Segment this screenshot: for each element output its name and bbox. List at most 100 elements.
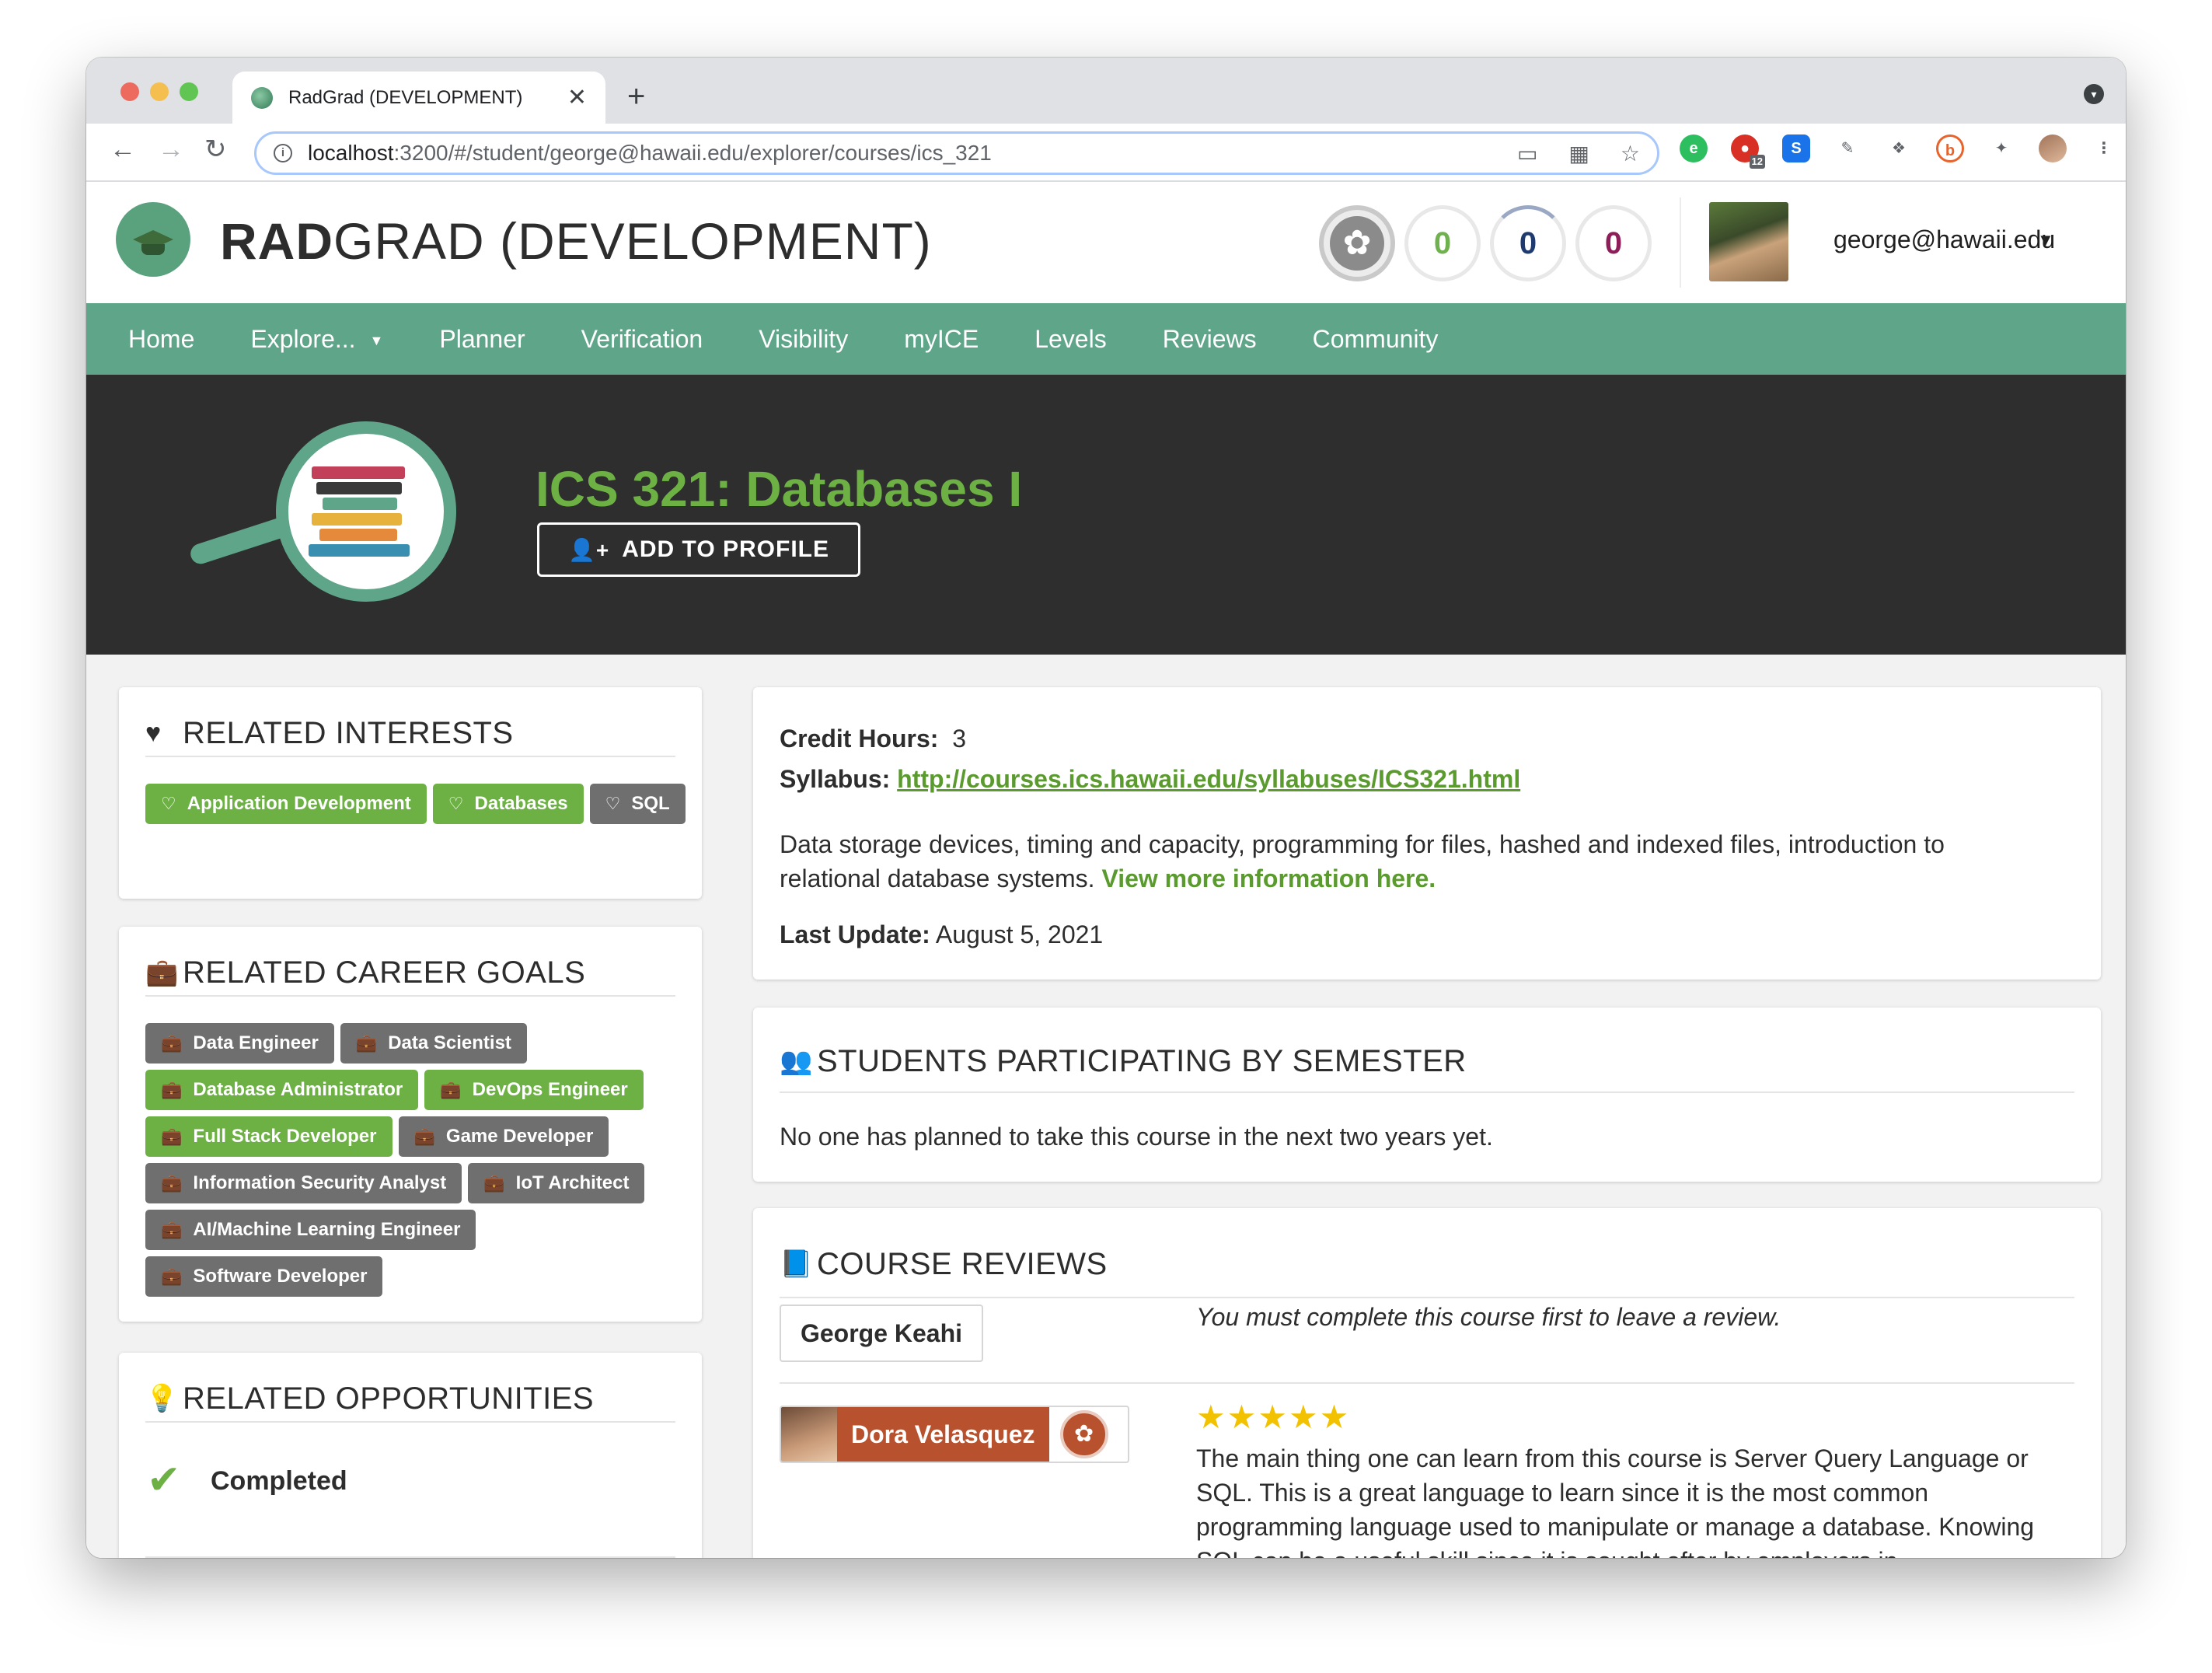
minimize-window-button[interactable] <box>150 82 169 101</box>
main-menu: Home Explore... ▼ Planner Verification Vi… <box>86 303 2126 375</box>
briefcase-icon: 💼 <box>413 1126 435 1146</box>
site-title[interactable]: RADGRAD (DEVELOPMENT) <box>220 211 932 271</box>
career-goal-chip[interactable]: 💼 AI/Machine Learning Engineer <box>145 1210 476 1250</box>
career-goal-chip[interactable]: 💼 IoT Architect <box>468 1163 645 1203</box>
briefcase-icon: 💼 <box>483 1173 505 1193</box>
ice-competency-score[interactable]: 0 <box>1490 205 1566 281</box>
career-goal-chip[interactable]: 💼 Data Scientist <box>340 1023 527 1064</box>
tab-close-icon[interactable]: ✕ <box>567 86 587 110</box>
last-update: Last Update: August 5, 2021 <box>780 920 1104 948</box>
briefcase-icon: 💼 <box>440 1080 462 1099</box>
chip-label: Software Developer <box>193 1266 368 1287</box>
url-path: :3200/#/student/george@hawaii.edu/explor… <box>393 141 992 165</box>
course-hero: ICS 321: Databases I 👤+ ADD TO PROFILE <box>86 375 2126 655</box>
add-to-profile-button[interactable]: 👤+ ADD TO PROFILE <box>537 522 860 577</box>
browser-toolbar: ← → ↻ i localhost :3200/#/student/george… <box>86 124 2126 182</box>
browser-tab[interactable]: RadGrad (DEVELOPMENT) ✕ <box>232 72 605 124</box>
user-avatar[interactable] <box>1709 202 1788 281</box>
interest-chip[interactable]: ♡ SQL <box>589 784 686 824</box>
reload-icon[interactable]: ↻ <box>204 136 227 162</box>
maximize-window-button[interactable] <box>180 82 198 101</box>
career-goal-chip[interactable]: 💼 Information Security Analyst <box>145 1163 462 1203</box>
career-goal-chip[interactable]: 💼 Full Stack Developer <box>145 1116 393 1157</box>
eyedropper-extension-icon[interactable]: ✎ <box>1833 134 1861 162</box>
career-goal-chip[interactable]: 💼 Software Developer <box>145 1256 383 1297</box>
level-badge[interactable]: ✿ <box>1319 205 1395 281</box>
review-rating-stars: ★★★★★ <box>1196 1398 1350 1436</box>
star-icon: ★ <box>1258 1399 1289 1435</box>
review-text: The main thing one can learn from this c… <box>1196 1444 2035 1558</box>
profile-avatar-icon[interactable] <box>2039 134 2067 162</box>
s-extension-icon[interactable]: S <box>1782 134 1810 162</box>
radgrad-logo[interactable] <box>116 202 190 277</box>
close-window-button[interactable] <box>120 82 139 101</box>
menu-planner[interactable]: Planner <box>439 325 525 354</box>
interest-chip[interactable]: ♡ Databases <box>432 784 584 824</box>
career-goal-chip[interactable]: 💼 Data Engineer <box>145 1023 334 1064</box>
honey-extension-icon[interactable]: b <box>1936 134 1964 162</box>
reviewer-name: Dora Velasquez <box>837 1407 1049 1462</box>
extension-badge: 12 <box>1749 155 1765 169</box>
address-bar[interactable]: i localhost :3200/#/student/george@hawai… <box>254 131 1659 175</box>
chip-label: Databases <box>474 793 568 814</box>
menu-community[interactable]: Community <box>1313 325 1439 354</box>
menu-reviews[interactable]: Reviews <box>1163 325 1257 354</box>
ice-innovation-score[interactable]: 0 <box>1404 205 1481 281</box>
page-content: RADGRAD (DEVELOPMENT) ✿ 0 0 0 george@haw… <box>86 182 2126 1558</box>
reviewer-avatar <box>781 1407 837 1462</box>
new-tab-button[interactable]: + <box>627 81 645 112</box>
menu-explore[interactable]: Explore... ▼ <box>250 325 383 354</box>
briefcase-icon: 💼 <box>145 958 179 987</box>
students-participating-title: STUDENTS PARTICIPATING BY SEMESTER <box>817 1043 1467 1078</box>
extensions-puzzle-icon[interactable]: ✦ <box>1987 134 2015 162</box>
review-requirement-note: You must complete this course first to l… <box>1196 1303 1781 1331</box>
career-goal-chip[interactable]: 💼 DevOps Engineer <box>424 1070 644 1110</box>
browser-menu-icon[interactable]: ⋮ <box>2090 134 2118 162</box>
user-menu-caret-icon[interactable]: ▼ <box>2037 230 2054 250</box>
tab-search-icon[interactable]: ▾ <box>2084 84 2104 104</box>
chip-label: Application Development <box>187 793 411 814</box>
syllabus-link[interactable]: http://courses.ics.hawaii.edu/syllabuses… <box>897 765 1520 793</box>
students-participating-card: 👥 STUDENTS PARTICIPATING BY SEMESTER No … <box>753 1008 2101 1182</box>
user-menu-email[interactable]: george@hawaii.edu <box>1833 225 2055 254</box>
dropbox-extension-icon[interactable]: ❖ <box>1885 134 1913 162</box>
forward-arrow-icon[interactable]: → <box>158 136 184 162</box>
browser-window: RadGrad (DEVELOPMENT) ✕ + ▾ ← → ↻ i loca… <box>86 58 2126 1558</box>
ice-experience-score[interactable]: 0 <box>1575 205 1652 281</box>
site-header: RADGRAD (DEVELOPMENT) ✿ 0 0 0 george@haw… <box>86 182 2126 303</box>
evernote-extension-icon[interactable]: e <box>1680 134 1708 162</box>
adblock-extension-icon[interactable]: ● 12 <box>1731 134 1765 169</box>
qr-code-icon[interactable]: ▦ <box>1568 141 1589 166</box>
menu-home[interactable]: Home <box>128 325 194 354</box>
star-icon: ★ <box>1196 1399 1227 1435</box>
heart-outline-icon: ♡ <box>605 794 621 813</box>
related-interests-title: RELATED INTERESTS <box>183 715 514 750</box>
current-user-name: George Keahi <box>780 1305 983 1362</box>
briefcase-icon: 💼 <box>355 1033 378 1053</box>
view-more-link[interactable]: View more information here. <box>1101 864 1436 892</box>
interest-chip[interactable]: ♡ Application Development <box>145 784 427 824</box>
radgrad-favicon-icon <box>251 86 273 109</box>
back-arrow-icon[interactable]: ← <box>110 136 136 162</box>
course-reviews-title: COURSE REVIEWS <box>817 1246 1108 1281</box>
checkmark-icon: ✔ <box>147 1458 181 1503</box>
users-icon: 👥 <box>780 1046 813 1076</box>
menu-myice[interactable]: myICE <box>904 325 979 354</box>
heart-outline-icon: ♡ <box>161 794 176 813</box>
menu-levels[interactable]: Levels <box>1034 325 1107 354</box>
device-icon[interactable]: ▭ <box>1517 141 1537 166</box>
level-flower-icon: ✿ <box>1330 216 1384 271</box>
menu-verification[interactable]: Verification <box>581 325 703 354</box>
star-icon: ★ <box>1288 1399 1320 1435</box>
menu-visibility[interactable]: Visibility <box>759 325 848 354</box>
chip-label: Data Scientist <box>388 1032 511 1053</box>
briefcase-icon: 💼 <box>161 1080 183 1099</box>
career-goal-chip[interactable]: 💼 Game Developer <box>398 1116 609 1157</box>
bookmark-star-icon[interactable]: ☆ <box>1621 141 1640 166</box>
career-goal-chips: 💼 Data Engineer 💼 Data Scientist 💼 Database A… <box>145 1023 679 1297</box>
reviewer-label[interactable]: Dora Velasquez ✿ <box>780 1406 1129 1463</box>
url-host: localhost <box>308 141 394 165</box>
career-goal-chip[interactable]: 💼 Database Administrator <box>145 1070 419 1110</box>
completed-label: Completed <box>211 1466 347 1496</box>
site-info-icon[interactable]: i <box>274 144 292 162</box>
